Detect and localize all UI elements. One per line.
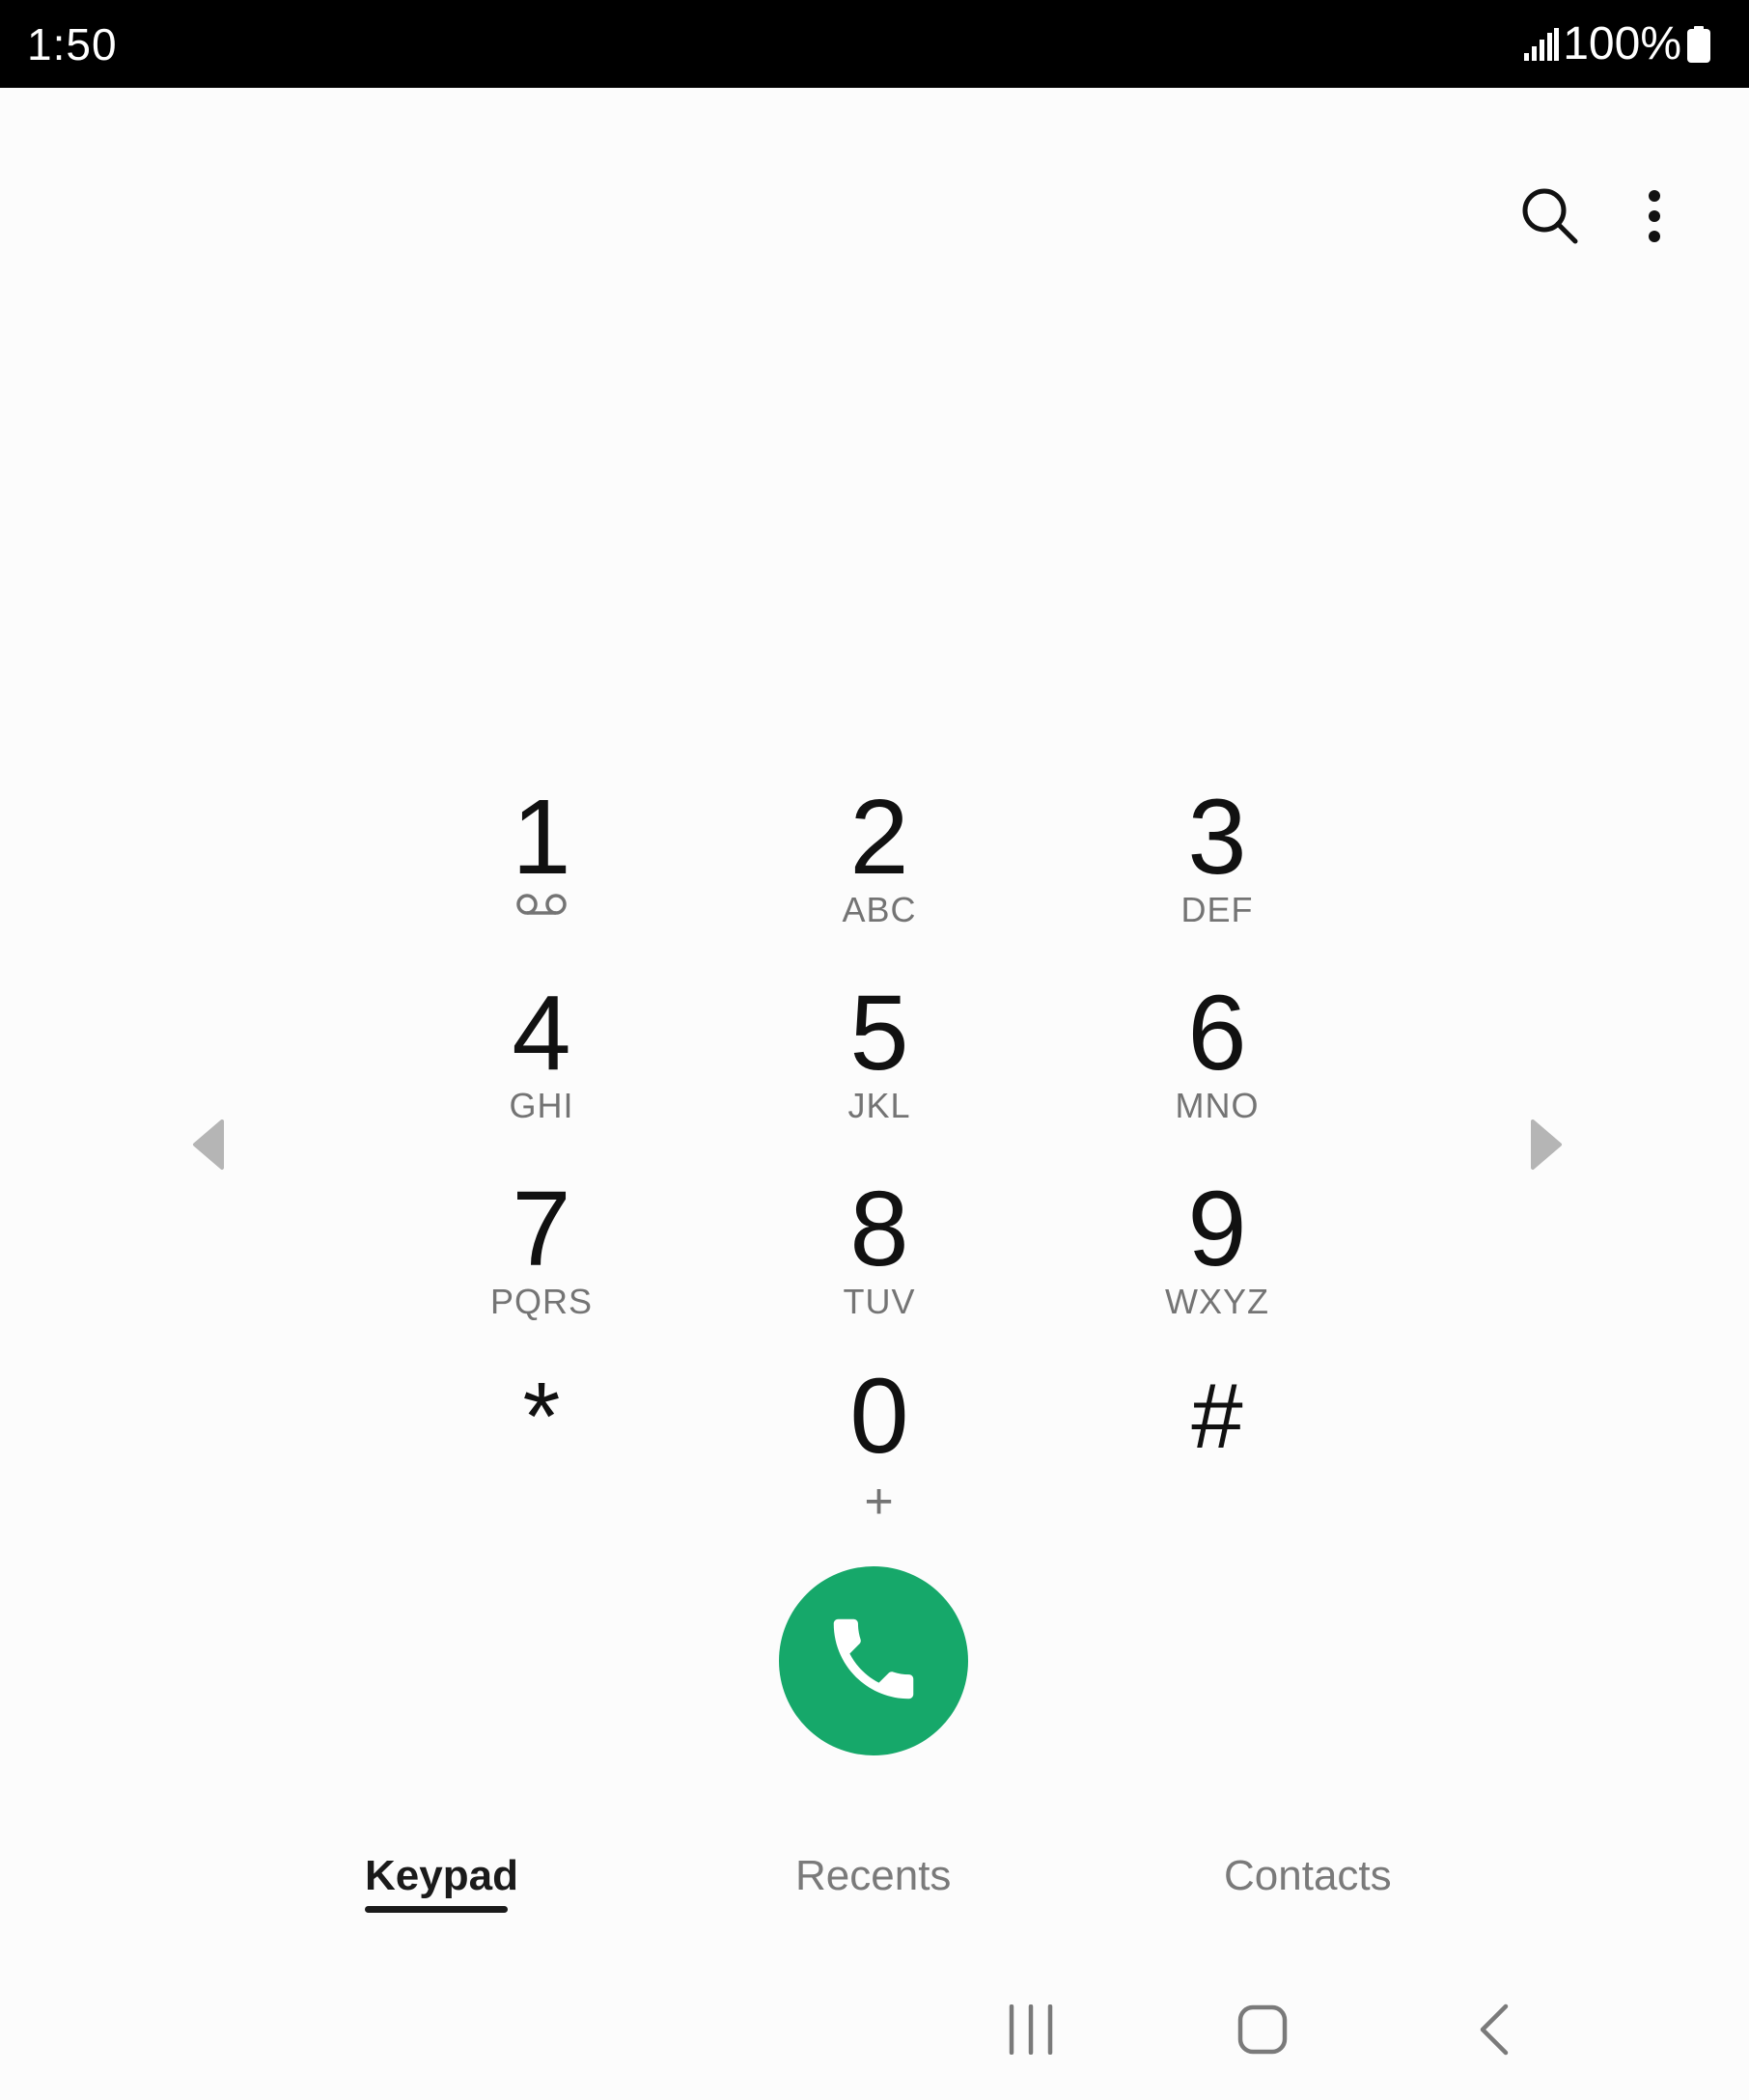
key-digit: 6 [1187, 974, 1247, 1092]
key-letters: MNO [1175, 1086, 1260, 1125]
key-letters: + [864, 1474, 895, 1530]
recent-apps-button[interactable] [992, 1998, 1069, 2065]
move-keypad-left-button[interactable] [189, 1118, 228, 1172]
back-icon [1477, 2003, 1512, 2061]
dialer-screen: 1:50 100% 1 2 ABC 3 DEF 4 GHI 5 JKL 6 MN… [0, 0, 1749, 2100]
tab-contacts[interactable]: Contacts [1224, 1847, 1392, 1905]
key-digit: * [522, 1363, 561, 1471]
battery-icon [1687, 26, 1710, 63]
active-tab-indicator [365, 1906, 508, 1913]
status-bar: 1:50 100% [0, 0, 1749, 88]
key-6[interactable]: 6 MNO [1097, 976, 1338, 1149]
status-time: 1:50 [27, 19, 118, 69]
key-letters: PQRS [489, 1282, 594, 1321]
key-star[interactable]: * [421, 1359, 662, 1533]
move-keypad-right-button[interactable] [1527, 1118, 1566, 1172]
tab-keypad[interactable]: Keypad [365, 1847, 518, 1905]
more-options-button[interactable] [1616, 180, 1693, 257]
key-digit: 5 [849, 974, 909, 1092]
recent-apps-icon [1007, 2003, 1055, 2059]
more-options-icon [1647, 189, 1662, 248]
key-2[interactable]: 2 ABC [759, 780, 1000, 953]
key-letters: ABC [842, 890, 917, 929]
key-7[interactable]: 7 PQRS [421, 1172, 662, 1345]
key-digit: # [1191, 1365, 1243, 1468]
key-hash[interactable]: # [1097, 1359, 1338, 1533]
status-indicators: 100% [1524, 17, 1710, 71]
tab-recents[interactable]: Recents [795, 1847, 951, 1905]
key-digit: 3 [1187, 778, 1247, 897]
key-letters: TUV [843, 1282, 916, 1321]
key-0[interactable]: 0 + [759, 1359, 1000, 1533]
key-digit: 0 [849, 1357, 909, 1476]
triangle-left-icon [189, 1119, 228, 1175]
home-button[interactable] [1224, 1998, 1301, 2065]
key-digit: 8 [849, 1170, 909, 1288]
key-1[interactable]: 1 [421, 780, 662, 953]
key-4[interactable]: 4 GHI [421, 976, 662, 1149]
home-icon [1237, 2004, 1288, 2059]
back-button[interactable] [1456, 1998, 1533, 2065]
key-digit: 4 [512, 974, 571, 1092]
voicemail-icon [421, 892, 662, 917]
key-digit: 9 [1187, 1170, 1247, 1288]
key-digit: 1 [512, 778, 571, 897]
key-digit: 2 [849, 778, 909, 897]
key-3[interactable]: 3 DEF [1097, 780, 1338, 953]
key-letters: WXYZ [1165, 1282, 1269, 1321]
key-5[interactable]: 5 JKL [759, 976, 1000, 1149]
phone-icon [820, 1606, 927, 1717]
battery-percent: 100% [1563, 18, 1681, 69]
key-9[interactable]: 9 WXYZ [1097, 1172, 1338, 1345]
key-letters: GHI [509, 1086, 574, 1125]
key-letters: DEF [1180, 890, 1254, 929]
key-letters: JKL [847, 1086, 911, 1125]
key-8[interactable]: 8 TUV [759, 1172, 1000, 1345]
signal-icon [1524, 28, 1560, 61]
search-button[interactable] [1512, 180, 1589, 257]
key-digit: 7 [512, 1170, 571, 1288]
search-icon [1521, 187, 1579, 250]
call-button[interactable] [779, 1566, 968, 1755]
triangle-right-icon [1527, 1119, 1566, 1175]
